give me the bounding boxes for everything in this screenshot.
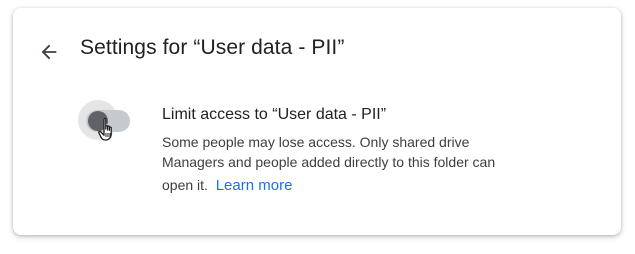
back-button[interactable] [35, 38, 63, 66]
setting-description: Some people may lose access. Only shared… [162, 132, 542, 196]
description-line-3: open it. [162, 177, 208, 193]
description-line-1: Some people may lose access. Only shared… [162, 134, 470, 150]
description-line-3-wrap: open it. Learn more [162, 175, 292, 196]
page-title: Settings for “User data - PII” [80, 36, 345, 59]
settings-dialog: Settings for “User data - PII” Limit acc… [13, 8, 621, 235]
learn-more-link[interactable]: Learn more [216, 177, 293, 194]
hand-pointer-icon [98, 117, 112, 141]
description-line-2: Managers and people added directly to th… [162, 154, 496, 170]
setting-label: Limit access to “User data - PII” [162, 106, 387, 123]
arrow-left-icon [41, 44, 57, 60]
limit-access-toggle[interactable] [78, 100, 134, 146]
